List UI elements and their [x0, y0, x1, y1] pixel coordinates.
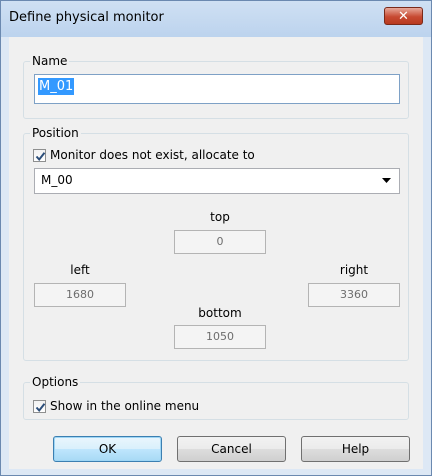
- left-field: 1680: [34, 283, 126, 307]
- allocate-select[interactable]: M_00: [34, 168, 400, 194]
- help-button[interactable]: Help: [301, 436, 410, 462]
- allocate-checkbox-label[interactable]: Monitor does not exist, allocate to: [50, 148, 255, 162]
- bottom-field: 1050: [174, 325, 266, 349]
- checkmark-icon: [35, 152, 46, 162]
- left-label: left: [70, 263, 90, 277]
- options-group-label: Options: [30, 375, 81, 389]
- dialog-title: Define physical monitor: [9, 10, 164, 25]
- allocate-checkbox[interactable]: [33, 149, 46, 162]
- position-group-label: Position: [30, 126, 81, 140]
- name-group-label: Name: [30, 54, 70, 68]
- checkmark-icon: [35, 403, 46, 413]
- cancel-button[interactable]: Cancel: [177, 436, 286, 462]
- dialog-window: Define physical monitor ✕ Name M_01 Posi…: [0, 0, 432, 476]
- name-input-value: M_01: [38, 78, 75, 95]
- position-group: Position Monitor does not exist, allocat…: [23, 126, 409, 361]
- title-bar[interactable]: Define physical monitor ✕: [1, 1, 431, 37]
- close-icon: ✕: [398, 8, 409, 24]
- name-group: Name M_01: [23, 54, 409, 119]
- bottom-label: bottom: [198, 306, 242, 320]
- right-field: 3360: [308, 283, 400, 307]
- online-menu-checkbox[interactable]: [33, 400, 46, 413]
- right-label: right: [339, 263, 369, 277]
- close-button[interactable]: ✕: [384, 7, 423, 25]
- options-group: Options Show in the online menu: [23, 375, 409, 420]
- allocate-select-value: M_00: [41, 173, 73, 187]
- online-menu-checkbox-label[interactable]: Show in the online menu: [50, 399, 199, 413]
- ok-button[interactable]: OK: [53, 436, 162, 462]
- dialog-client-area: Name M_01 Position Monitor does not exis…: [9, 37, 423, 469]
- name-input[interactable]: M_01: [34, 74, 400, 104]
- top-label: top: [210, 210, 230, 224]
- top-field: 0: [174, 230, 266, 254]
- chevron-down-icon[interactable]: [382, 178, 391, 183]
